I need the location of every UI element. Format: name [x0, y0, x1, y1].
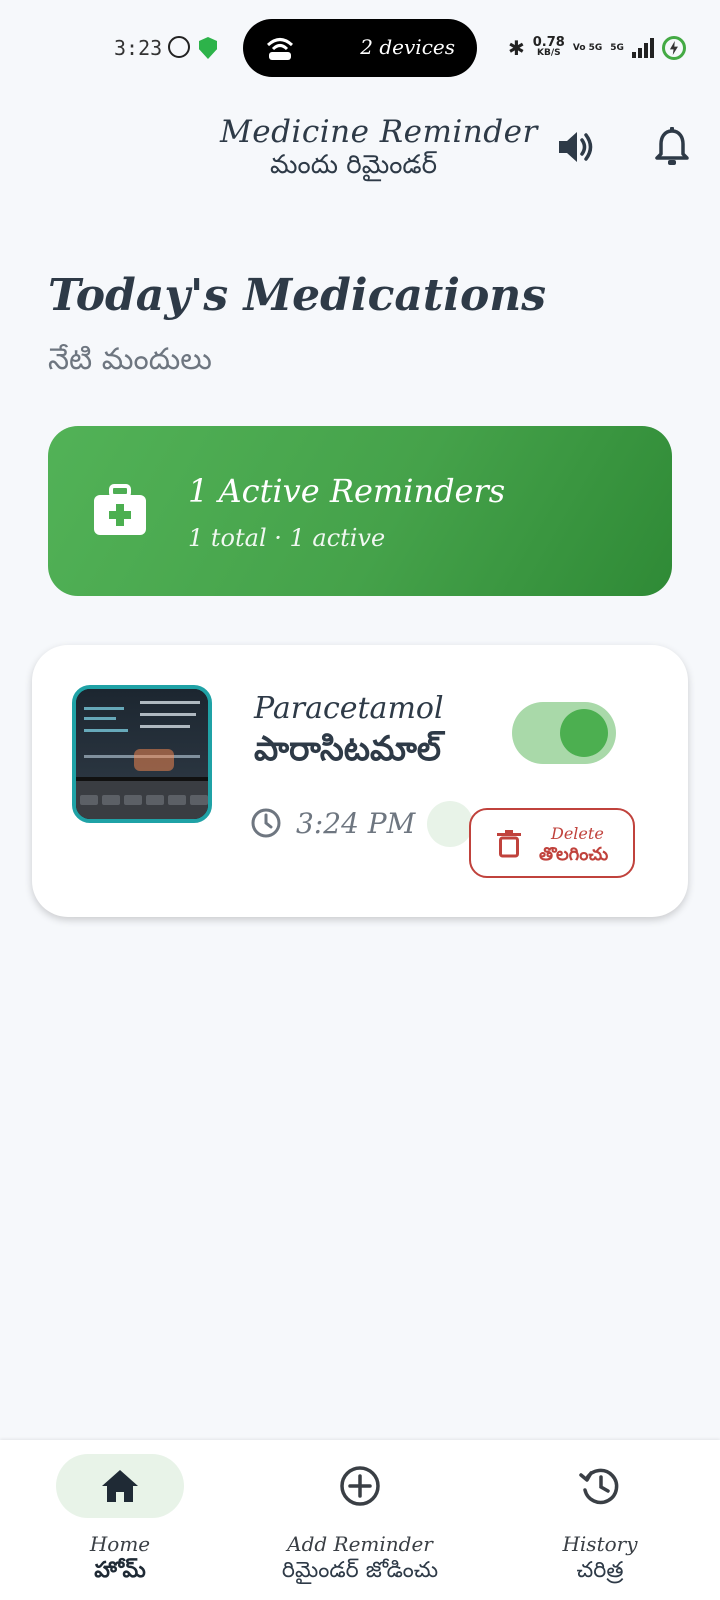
whatsapp-icon	[168, 36, 190, 58]
status-icons: ✱ 0.78 KB/S Vo 5G 5G	[508, 34, 686, 62]
nav-add-label-en: Add Reminder	[287, 1532, 433, 1556]
bluetooth-icon: ✱	[508, 36, 525, 60]
nav-home-indicator	[56, 1454, 184, 1518]
nav-home-label-en: Home	[89, 1532, 151, 1556]
nav-add-reminder[interactable]: Add Reminder రిమైండర్ జోడించు	[250, 1440, 470, 1600]
add-circle-icon	[340, 1466, 380, 1506]
app-subtitle: మందు రిమైండర్	[270, 150, 438, 180]
devices-pill[interactable]: 2 devices	[243, 19, 477, 77]
nav-history-label-te: చరిత్ర	[576, 1558, 624, 1583]
delete-label-te: తొలగించు	[539, 844, 609, 865]
summary-title: 1 Active Reminders	[188, 472, 506, 510]
status-bar: 3:23 2 devices ✱ 0.78 KB/S Vo 5G 5G	[0, 0, 720, 96]
clock-icon	[251, 808, 281, 838]
delete-button[interactable]: Delete తొలగించు	[469, 808, 635, 878]
trash-icon	[497, 830, 521, 858]
reminder-toggle[interactable]	[512, 702, 616, 764]
section-subtitle: నేటి మందులు	[48, 342, 212, 377]
bell-icon	[655, 127, 689, 165]
app-title: Medicine Reminder	[220, 114, 538, 150]
network-type: 5G	[610, 42, 624, 53]
summary-subtitle: 1 total · 1 active	[188, 524, 386, 552]
medication-name-te: పారాసిటమాల్	[254, 729, 441, 769]
toggle-knob	[560, 709, 608, 757]
nav-history-label-en: History	[562, 1532, 638, 1556]
medication-time: 3:24 PM	[296, 807, 416, 840]
nav-add-label-te: రిమైండర్ జోడించు	[281, 1558, 439, 1583]
medical-kit-icon	[94, 484, 146, 535]
bottom-navigation: Home హోమ్ Add Reminder రిమైండర్ జోడించు …	[0, 1440, 720, 1600]
volte-label: Vo 5G	[572, 42, 603, 53]
notifications-button[interactable]	[645, 120, 699, 174]
nav-home-label-te: హోమ్	[94, 1558, 146, 1583]
speaker-icon	[559, 132, 593, 162]
nav-home[interactable]: Home హోమ్	[40, 1440, 200, 1600]
delete-label-en: Delete	[551, 824, 604, 843]
signal-icon	[631, 38, 654, 58]
section-title: Today's Medications	[48, 270, 547, 321]
app-header: Medicine Reminder మందు రిమైండర్	[0, 108, 720, 198]
medication-card[interactable]: Paracetamol పారాసిటమాల్ 3:24 PM Delete త…	[32, 645, 688, 917]
battery-charging-icon	[661, 36, 686, 60]
net-speed: 0.78 KB/S	[532, 35, 565, 58]
ripple-indicator	[427, 801, 473, 847]
status-time: 3:23	[114, 36, 163, 60]
shield-icon	[199, 37, 217, 59]
active-reminders-card: 1 Active Reminders 1 total · 1 active	[48, 426, 672, 596]
devices-text: 2 devices	[360, 35, 455, 59]
medication-photo[interactable]	[72, 685, 212, 823]
nav-history[interactable]: History చరిత్ర	[520, 1440, 680, 1600]
medication-name-en: Paracetamol	[254, 691, 444, 726]
hotspot-icon	[266, 38, 294, 60]
home-icon	[102, 1470, 138, 1502]
sound-button[interactable]	[549, 120, 603, 174]
history-icon	[579, 1468, 619, 1505]
